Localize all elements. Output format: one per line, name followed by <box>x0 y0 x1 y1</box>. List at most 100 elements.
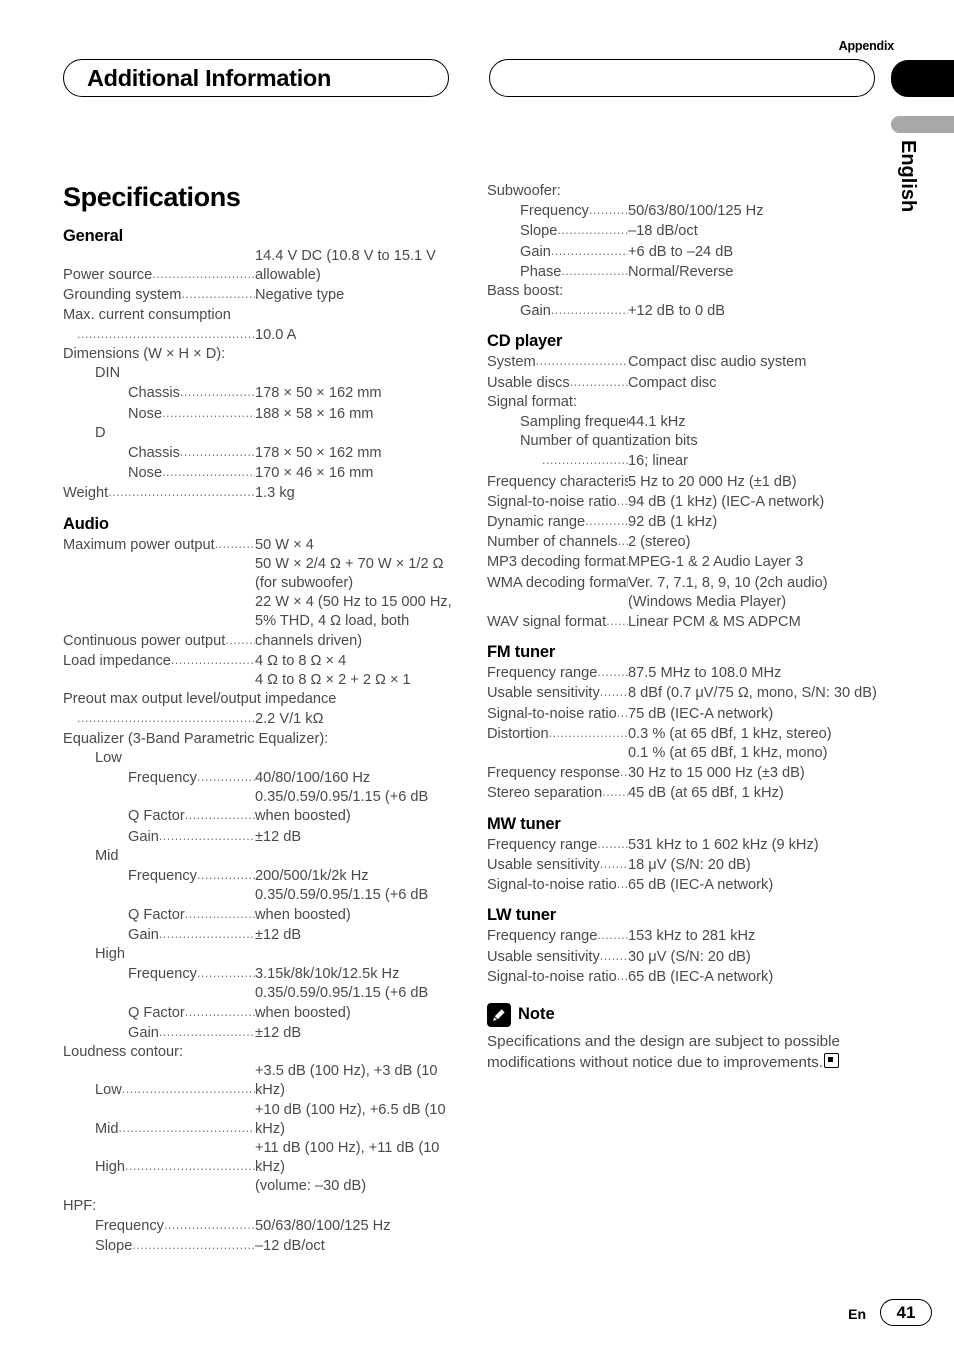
dot-leader: ........................................… <box>557 223 628 238</box>
spec-row: Power source ...........................… <box>63 247 460 285</box>
dot-leader: ........................................… <box>597 665 628 680</box>
spec-value: 5 Hz to 20 000 Hz (±1 dB) <box>628 473 797 490</box>
spec-row: Continuous power output ................… <box>63 593 460 651</box>
spec-value: 178 × 50 × 162 mm <box>255 385 382 402</box>
dot-leader: ........................................… <box>163 1217 255 1232</box>
spec-row: Frequency ..............................… <box>487 201 884 221</box>
spec-row: Distortion .............................… <box>487 724 884 744</box>
manual-page: Appendix Additional Information English … <box>0 0 954 1352</box>
spec-label: Frequency characteristics <box>487 473 628 490</box>
dot-leader: ........................................… <box>181 287 255 302</box>
spec-label: Frequency <box>128 770 197 787</box>
spec-label: Signal-to-noise ratio <box>487 968 617 985</box>
note-header: Note <box>487 1002 884 1027</box>
section-heading: CD player <box>487 332 563 351</box>
spec-subheading: Number of quantization bits <box>520 433 698 450</box>
spec-value-continuation: (Windows Media Player) <box>628 593 787 610</box>
spec-row: Gain ...................................… <box>487 301 884 321</box>
spec-row: Frequency range ........................… <box>487 926 884 946</box>
spec-row: Q Factor ...............................… <box>63 984 460 1022</box>
spec-row: Nose ...................................… <box>63 463 460 483</box>
dot-leader: ........................................… <box>616 705 628 720</box>
spec-value-continuation: 4 Ω to 8 Ω × 2 + 2 Ω × 1 <box>255 672 411 689</box>
spec-row: Gain ...................................… <box>63 1023 460 1043</box>
spec-subheading: Low <box>95 749 122 766</box>
spec-value: 94 dB (1 kHz) (IEC-A network) <box>628 493 825 510</box>
spec-value: +10 dB (100 Hz), +6.5 dB (10 kHz) <box>255 1101 446 1137</box>
spec-row: Number of channels .....................… <box>487 532 884 552</box>
dot-leader: ........................................… <box>125 1159 255 1174</box>
spec-row: ........................................… <box>63 709 460 729</box>
spec-row: Sampling frequency .....................… <box>487 412 884 432</box>
spec-row: Q Factor ...............................… <box>63 788 460 826</box>
spec-value: 50 W × 4 <box>255 536 314 553</box>
spec-value: 16; linear <box>628 453 689 470</box>
note-block: Note Specifications and the design are s… <box>487 1002 884 1073</box>
spec-row: MP3 decoding format ....................… <box>487 552 884 572</box>
spec-subheading: Subwoofer: <box>487 183 561 199</box>
spec-value: 92 dB (1 kHz) <box>628 514 718 531</box>
spec-label: Slope <box>520 223 558 240</box>
spec-label: MP3 decoding format <box>487 554 626 571</box>
spec-label: Gain <box>128 926 159 943</box>
spec-value: 14.4 V DC (10.8 V to 15.1 V allowable) <box>255 248 436 284</box>
spec-subheading: Bass boost: <box>487 283 564 300</box>
spec-value: 170 × 46 × 16 mm <box>255 465 374 482</box>
spec-subheading: HPF: <box>63 1197 97 1214</box>
spec-row: Usable sensitivity .....................… <box>487 947 884 967</box>
note-title: Note <box>518 1005 555 1024</box>
spec-label: Q Factor <box>128 906 185 923</box>
spec-row: Signal-to-noise ratio ..................… <box>487 704 884 724</box>
spec-row: Nose ...................................… <box>63 404 460 424</box>
spec-label: WMA decoding format <box>487 574 628 591</box>
spec-label: Dynamic range <box>487 514 586 531</box>
spec-row: Load impedance .........................… <box>63 651 460 671</box>
spec-row: High ...................................… <box>63 1139 460 1177</box>
dot-leader: ........................................… <box>616 493 628 508</box>
spec-row: Gain ...................................… <box>63 827 460 847</box>
spec-row: Signal-to-noise ratio ..................… <box>487 875 884 895</box>
spec-row: System .................................… <box>487 352 884 372</box>
dot-leader: ........................................… <box>550 243 628 258</box>
spec-label: Chassis <box>128 385 180 402</box>
spec-row: WAV signal format ......................… <box>487 612 884 632</box>
end-mark-icon <box>823 1052 839 1068</box>
dot-leader: ........................................… <box>196 966 255 981</box>
dot-leader: ........................................… <box>196 868 255 883</box>
spec-row: Stereo separation ......................… <box>487 783 884 803</box>
spec-subheading: Mid <box>95 847 119 864</box>
spec-row: Weight .................................… <box>63 483 460 503</box>
spec-value: 44.1 kHz <box>628 414 686 431</box>
spec-label: Grounding system <box>63 287 182 304</box>
spec-label: Frequency range <box>487 836 598 853</box>
spec-label: Frequency <box>128 868 197 885</box>
spec-value: 3.15k/8k/10k/12.5k Hz <box>255 966 400 983</box>
spec-value-continuation: (volume: –30 dB) <box>255 1178 367 1195</box>
dot-leader: ........................................… <box>597 928 628 943</box>
spec-label: Gain <box>520 243 551 260</box>
dot-leader: ........................................… <box>184 906 255 921</box>
dot-leader: ........................................… <box>152 267 255 282</box>
spec-row: Usable discs ...........................… <box>487 373 884 393</box>
spec-label: High <box>95 1159 126 1176</box>
dot-leader: ........................................… <box>616 968 628 983</box>
spec-row: Q Factor ...............................… <box>63 886 460 924</box>
spec-label: Frequency <box>95 1217 164 1234</box>
section-heading: General <box>63 227 124 245</box>
dot-leader: ........................................… <box>225 632 255 647</box>
spec-label: Mid <box>95 1120 119 1137</box>
dot-leader: ........................................… <box>179 445 255 460</box>
dot-leader: ........................................… <box>77 326 255 341</box>
spec-value: ±12 dB <box>255 828 302 845</box>
spec-value: –18 dB/oct <box>628 223 698 240</box>
dot-leader: ........................................… <box>108 485 255 500</box>
spec-subheading: High <box>95 945 126 962</box>
appendix-label: Appendix <box>838 39 895 53</box>
spec-label: Distortion <box>487 725 549 742</box>
spec-value: 30 μV (S/N: 20 dB) <box>628 948 751 965</box>
header-empty-pill <box>489 59 875 97</box>
spec-row: ........................................… <box>63 325 460 345</box>
spec-value: 45 dB (at 65 dBf, 1 kHz) <box>628 785 784 802</box>
section-heading: LW tuner <box>487 906 556 925</box>
dot-leader: ........................................… <box>184 1004 255 1019</box>
